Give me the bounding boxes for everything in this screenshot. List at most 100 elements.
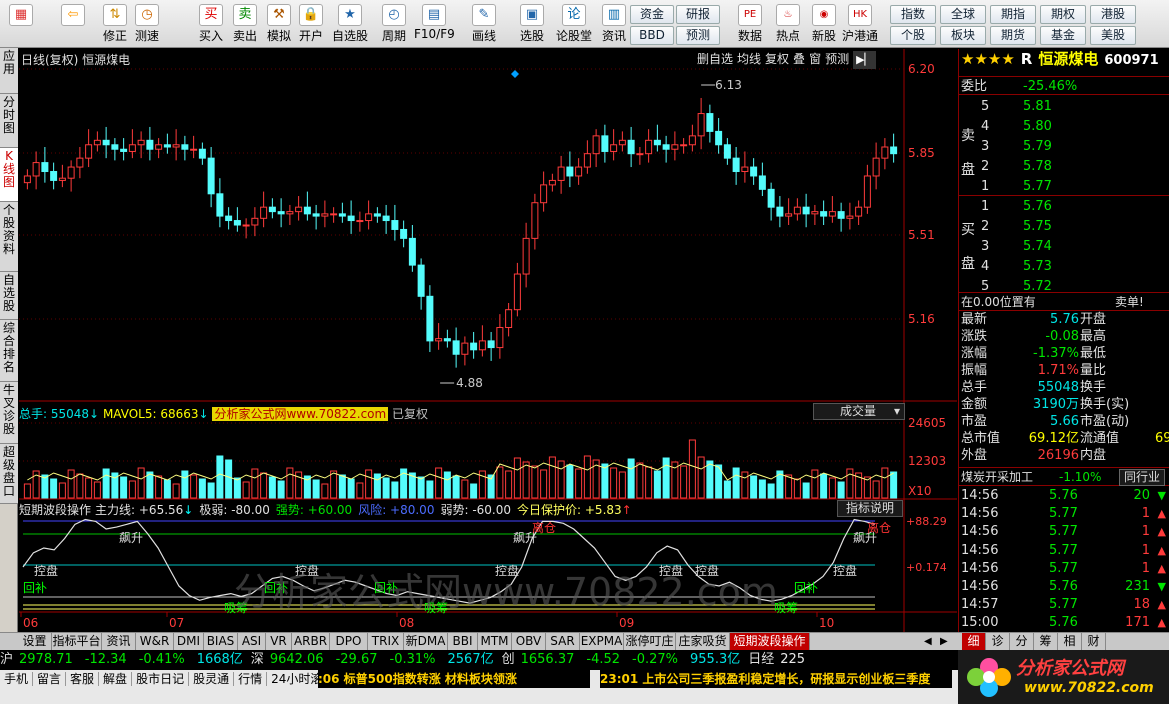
index-quote[interactable]: 日经 225 [748,652,817,667]
indicator-tab[interactable]: 庄家吸货 [676,633,730,651]
bid-row[interactable]: 2 5.75 [959,217,1169,236]
pen-toolbar-button[interactable]: ✎ 画线 [464,2,504,46]
indicator-tab[interactable]: 设置 [18,633,52,651]
hk-toolbar-button[interactable]: HK 沪港通 [842,2,878,46]
pe-toolbar-button[interactable]: PE 数据 [732,2,768,46]
ask-row[interactable]: 4 5.80 [959,117,1169,136]
bid-row[interactable]: 1 5.76 [959,197,1169,216]
home-toolbar-button[interactable]: ▦ [4,2,38,46]
hot-toolbar-button[interactable]: ♨ 热点 [770,2,806,46]
hammer-toolbar-button[interactable]: ⚒ 模拟 [262,2,296,46]
indicator-tab[interactable]: TRIX [368,633,404,651]
ask-row[interactable]: 3 5.79 [959,137,1169,156]
indicator-tab[interactable]: MTM [478,633,512,651]
indicator-tab[interactable]: SAR [546,633,580,651]
right-panel-tab[interactable]: 诊 [986,633,1010,651]
right-panel-tab[interactable]: 细 [962,633,986,651]
lock-toolbar-button[interactable]: 🔒 开户 [294,2,328,46]
bid-row[interactable]: 4 5.73 [959,257,1169,276]
quick-button[interactable]: 预测 [676,26,720,45]
quick-button[interactable]: 研报 [676,5,720,24]
market-button[interactable]: 期权 [1040,5,1086,24]
f10-toolbar-button[interactable]: ▤ F10/F9 [414,2,455,46]
market-button[interactable]: 个股 [890,26,936,45]
status-item[interactable]: 客服 [66,672,100,686]
clock-toolbar-button[interactable]: ◷ 测速 [130,2,164,46]
status-item[interactable]: 行情 [234,672,268,686]
vtab-7[interactable]: 超级盘口 [0,444,18,504]
indicator-tab[interactable]: 指标平台 [52,633,102,651]
ask-row[interactable]: 5 5.81 [959,97,1169,116]
indicator-tab[interactable]: BIAS [204,633,238,651]
status-item[interactable]: 手机 [0,672,34,686]
indicator-tab[interactable]: 涨停叮庄 [624,633,676,651]
chart-canvas[interactable]: 6.20 5.85 5.51 5.16 6.13 4.88 24605 12303 X10 +88… [19,49,957,632]
volume-indicator-dropdown[interactable]: 成交量 ▾ [813,403,905,420]
indicator-tab[interactable]: 新DMA [404,633,448,651]
news-toolbar-button[interactable]: ▥ 资讯 [594,2,634,46]
indicator-explain-button[interactable]: 指标说明 [837,500,903,517]
right-panel-tab[interactable]: 筹 [1034,633,1058,651]
indicator-tab[interactable]: ARBR [292,633,330,651]
quick-button[interactable]: 资金 [630,5,674,24]
tab-scroll-left-icon[interactable]: ◀ [924,633,938,650]
index-quote[interactable]: 创 1656.37 -4.52 -0.27% 955.3亿 [502,652,741,667]
market-button[interactable]: 港股 [1090,5,1136,24]
market-button[interactable]: 指数 [890,5,936,24]
index-quote[interactable]: 深 9642.06 -29.67 -0.31% 2567亿 [251,652,494,667]
chart-header-button[interactable]: 叠 [793,50,805,68]
cycle-toolbar-button[interactable]: ◴ 周期 [374,2,414,46]
chart-header-button[interactable]: 窗 [809,50,821,68]
chart-header-button[interactable]: 均线 [737,50,761,68]
status-item[interactable]: 股灵通 [189,672,235,686]
market-button[interactable]: 全球 [940,5,986,24]
index-quote[interactable]: 沪 2978.71 -12.34 -0.41% 1668亿 [0,652,243,667]
expand-arrow-icon[interactable]: ▶▏ [853,51,877,69]
indicator-tab[interactable]: ASI [238,633,266,651]
market-button[interactable]: 基金 [1040,26,1086,45]
indicator-tab[interactable]: VR [266,633,292,651]
indicator-tab[interactable]: EXPMA [580,633,624,651]
ask-row[interactable]: 1 5.77 [959,177,1169,196]
indicator-tab[interactable]: OBV [512,633,546,651]
indicator-tab[interactable]: 资讯 [102,633,136,651]
status-item[interactable]: 留言 [33,672,67,686]
arrow-updown-toolbar-button[interactable]: ⇅ 修正 [98,2,132,46]
market-button[interactable]: 板块 [940,26,986,45]
vtab-5[interactable]: 综合排名 [0,320,18,382]
vtab-6[interactable]: 牛叉诊股 [0,382,18,444]
vtab-4[interactable]: 自选股 [0,272,18,320]
bid-row[interactable]: 3 5.74 [959,237,1169,256]
vtab-0[interactable]: 应用 [0,48,18,94]
market-button[interactable]: 期指 [990,5,1036,24]
status-item[interactable]: 股市日记 [132,672,190,686]
newstock-toolbar-button[interactable]: ◉ 新股 [806,2,842,46]
screen-toolbar-button[interactable]: ▣ 选股 [512,2,552,46]
indicator-tab[interactable]: W&R [136,633,174,651]
chart-header-button[interactable]: 复权 [765,50,789,68]
indicator-tab[interactable]: 短期波段操作 [730,633,810,651]
status-item[interactable]: 解盘 [99,672,133,686]
vtab-3[interactable]: 个股资料 [0,202,18,272]
forum-toolbar-button[interactable]: 论论股堂 [554,2,594,46]
buy-toolbar-button[interactable]: 买买入 [194,2,228,46]
tab-scroll-right-icon[interactable]: ▶ [940,633,954,650]
right-panel-tab[interactable]: 财 [1082,633,1106,651]
news-ticker-1[interactable]: :06 标普500指数转涨 材料板块领涨 [318,670,590,688]
news-ticker-2[interactable]: 23:01 上市公司三季报盈利稳定增长，研报显示创业板三季度 [600,670,952,688]
indicator-tab[interactable]: BBI [448,633,478,651]
quick-button[interactable]: BBD [630,26,674,45]
ask-row[interactable]: 2 5.78 [959,157,1169,176]
chart-header-button[interactable]: 删自选 [697,50,733,68]
star-toolbar-button[interactable]: ★ 自选股 [330,2,370,46]
indicator-tab[interactable]: DPO [330,633,368,651]
same-industry-button[interactable]: 同行业 [1119,469,1166,486]
indicator-tab[interactable]: DMI [174,633,204,651]
vtab-1[interactable]: 分时图 [0,94,18,148]
chart-header-button[interactable]: 预测 [825,50,849,68]
vtab-2[interactable]: K线图 [0,148,18,202]
right-panel-tab[interactable]: 分 [1010,633,1034,651]
market-button[interactable]: 美股 [1090,26,1136,45]
right-panel-tab[interactable]: 相 [1058,633,1082,651]
sell-toolbar-button[interactable]: 卖卖出 [228,2,262,46]
